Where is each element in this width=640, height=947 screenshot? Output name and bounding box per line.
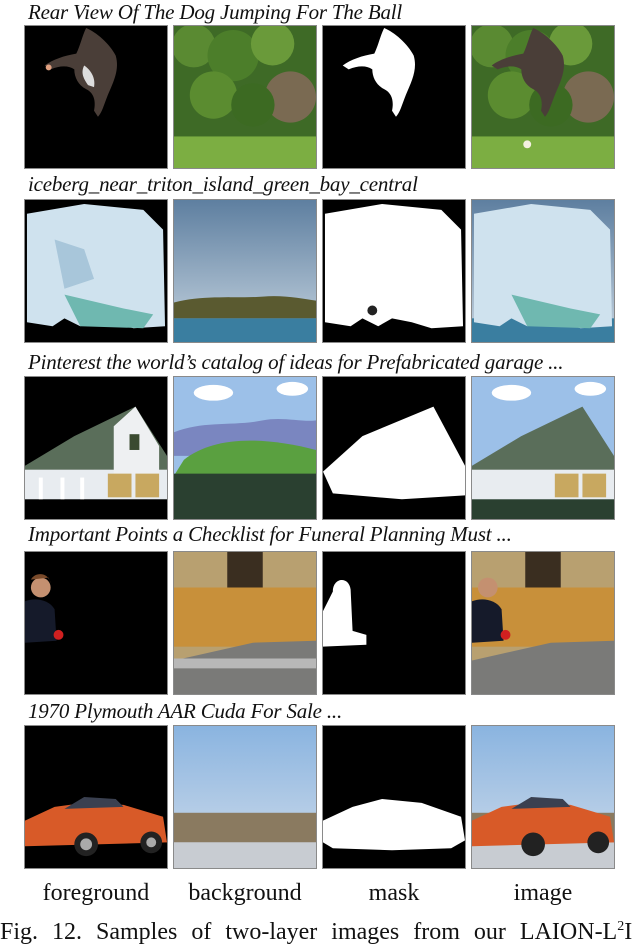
row-caption: Pinterest the world’s catalog of ideas f… <box>28 350 564 374</box>
column-labels: foreground background mask image <box>24 878 616 908</box>
figure-caption-suffix: I <box>624 919 633 945</box>
row-caption: 1970 Plymouth AAR Cuda For Sale ... <box>28 699 342 723</box>
figure-caption-text: Fig. 12. Samples of two-layer images fro… <box>0 919 618 945</box>
sample-row-funeral <box>24 551 616 695</box>
row-caption: iceberg_near_triton_island_green_bay_cen… <box>28 172 418 196</box>
composite-image <box>471 376 615 520</box>
column-label-background: background <box>188 880 302 906</box>
background-image <box>173 199 317 343</box>
composite-image <box>471 199 615 343</box>
sample-row-dog <box>24 25 616 169</box>
composite-image <box>471 725 615 869</box>
column-label-mask: mask <box>368 880 420 906</box>
background-image <box>173 25 317 169</box>
sample-row-car <box>24 725 616 869</box>
foreground-image <box>24 376 168 520</box>
background-image <box>173 376 317 520</box>
mask-image <box>322 199 466 343</box>
column-label-foreground: foreground <box>42 880 150 906</box>
sample-row-iceberg <box>24 199 616 343</box>
background-image <box>173 551 317 695</box>
mask-image <box>322 376 466 520</box>
composite-image <box>471 25 615 169</box>
foreground-image <box>24 725 168 869</box>
row-caption: Rear View Of The Dog Jumping For The Bal… <box>28 0 403 24</box>
row-caption: Important Points a Checklist for Funeral… <box>28 522 512 546</box>
mask-image <box>322 25 466 169</box>
foreground-image <box>24 25 168 169</box>
foreground-image <box>24 199 168 343</box>
mask-image <box>322 551 466 695</box>
column-label-image: image <box>513 880 573 906</box>
background-image <box>173 725 317 869</box>
sample-row-garage <box>24 376 616 520</box>
mask-image <box>322 725 466 869</box>
foreground-image <box>24 551 168 695</box>
composite-image <box>471 551 615 695</box>
